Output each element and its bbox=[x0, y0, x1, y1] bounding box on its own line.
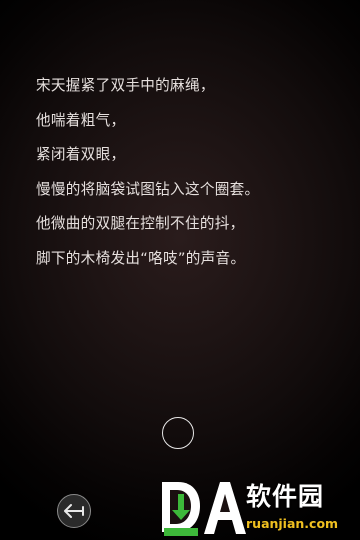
back-button[interactable] bbox=[57, 494, 91, 528]
story-line: 他微曲的双腿在控制不住的抖， bbox=[36, 215, 245, 232]
story-line: 紧闭着双眼， bbox=[36, 146, 126, 163]
next-page-button[interactable] bbox=[162, 417, 194, 449]
reader-screen: 宋天握紧了双手中的麻绳， 他喘着粗气， 紧闭着双眼， 慢慢的将脑袋试图钻入这个圈… bbox=[0, 0, 360, 540]
story-line: 慢慢的将脑袋试图钻入这个圈套。 bbox=[36, 180, 260, 198]
watermark-logo-a bbox=[204, 482, 246, 534]
back-arrow-icon bbox=[63, 503, 85, 519]
watermark-url: ruanjian.com bbox=[246, 516, 339, 531]
story-line: 他喘着粗气， bbox=[36, 111, 126, 129]
watermark-title: 软件园 bbox=[246, 482, 325, 511]
story-line: 宋天握紧了双手中的麻绳， bbox=[36, 77, 215, 94]
watermark-logo-d bbox=[162, 482, 200, 536]
watermark: 软件园 ruanjian.com bbox=[158, 478, 360, 540]
story-line: 脚下的木椅发出“咯吱”的声音。 bbox=[36, 249, 246, 267]
story-text: 宋天握紧了双手中的麻绳， 他喘着粗气， 紧闭着双眼， 慢慢的将脑袋试图钻入这个圈… bbox=[36, 74, 336, 281]
